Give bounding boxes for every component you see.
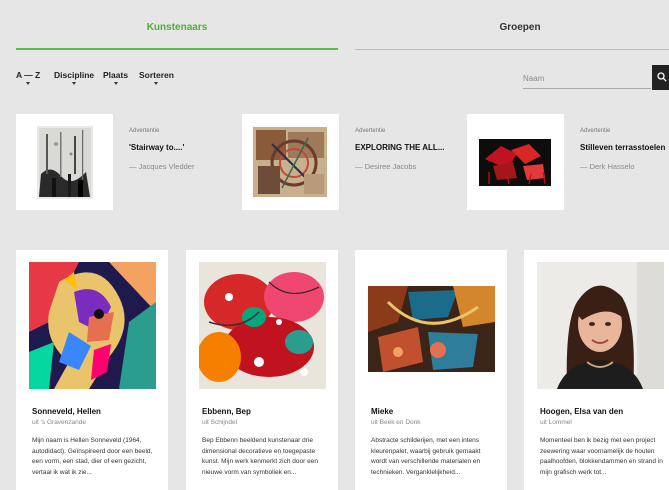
ad-title[interactable]: EXPLORING THE ALL... [355, 143, 444, 152]
artist-name[interactable]: Mieke [371, 407, 393, 416]
filter-discipline[interactable]: Discipline [54, 70, 94, 85]
filter-a-z[interactable]: A — Z [16, 70, 40, 85]
ad-artwork-image [253, 127, 327, 197]
artist-artwork-image [368, 262, 495, 389]
artist-location: uit Lommel [540, 419, 572, 426]
ad-title[interactable]: 'Stairway to....' [129, 143, 184, 152]
artist-location: uit Schijndel [202, 419, 238, 426]
artist-card[interactable]: Hoogen, Elsa van den uit Lommel Momentee… [524, 250, 669, 490]
ad-artwork-image [479, 139, 551, 186]
ad-author: — Desiree Jacobs [355, 162, 417, 171]
search-field [523, 67, 651, 89]
artist-portrait-photo [537, 262, 664, 389]
filter-plaats[interactable]: Plaats [103, 70, 128, 85]
artist-card[interactable]: Sonneveld, Hellen uit 's Gravenzande Mij… [16, 250, 168, 490]
artist-card[interactable]: Mieke uit Beek en Donk Abstracte schilde… [355, 250, 507, 490]
active-tab-indicator [16, 48, 338, 50]
artist-description: Momenteel ben ik bezig met een project z… [540, 437, 663, 476]
artist-name[interactable]: Hoogen, Elsa van den [540, 407, 623, 416]
tab-groups[interactable]: Groepen [355, 22, 669, 33]
artist-location: uit 's Gravenzande [32, 419, 86, 426]
search-button[interactable] [652, 65, 669, 90]
ad-author: — Derk Hasselo [580, 162, 635, 171]
caret-down-icon [26, 82, 31, 85]
caret-down-icon [113, 82, 118, 85]
artist-location: uit Beek en Donk [371, 419, 421, 426]
artist-name[interactable]: Ebbenn, Bep [202, 407, 251, 416]
artist-card[interactable]: Ebbenn, Bep uit Schijndel Bep Ebbenn bee… [186, 250, 338, 490]
filter-sorteren[interactable]: Sorteren [139, 70, 174, 85]
artist-name[interactable]: Sonneveld, Hellen [32, 407, 101, 416]
ad-title[interactable]: Stilleven terrasstoelen [580, 143, 665, 152]
tab-divider [355, 49, 669, 50]
artist-artwork-image [29, 262, 156, 389]
ad-artwork-image [37, 126, 93, 199]
caret-down-icon [72, 82, 77, 85]
artist-description: Abstracte schilderijen, met een intens k… [371, 437, 481, 476]
tab-artists[interactable]: Kunstenaars [16, 22, 338, 33]
ad-thumbnail[interactable] [242, 114, 339, 210]
artist-group-tabs: Kunstenaars Groepen [0, 0, 669, 52]
artist-description: Mijn naam is Hellen Sonneveld (1964, aut… [32, 437, 153, 476]
ad-label: Advertentie [580, 128, 611, 134]
artist-description: Bep Ebbenn beeldend kunstenaar drie dime… [202, 437, 318, 476]
artist-artwork-image [199, 262, 326, 389]
caret-down-icon [154, 82, 159, 85]
search-icon [657, 72, 667, 82]
ad-label: Advertentie [129, 128, 160, 134]
ad-author: — Jacques Vledder [129, 162, 195, 171]
search-input[interactable] [523, 67, 647, 87]
ad-thumbnail[interactable] [16, 114, 113, 210]
ad-label: Advertentie [355, 128, 386, 134]
ad-thumbnail[interactable] [467, 114, 564, 210]
